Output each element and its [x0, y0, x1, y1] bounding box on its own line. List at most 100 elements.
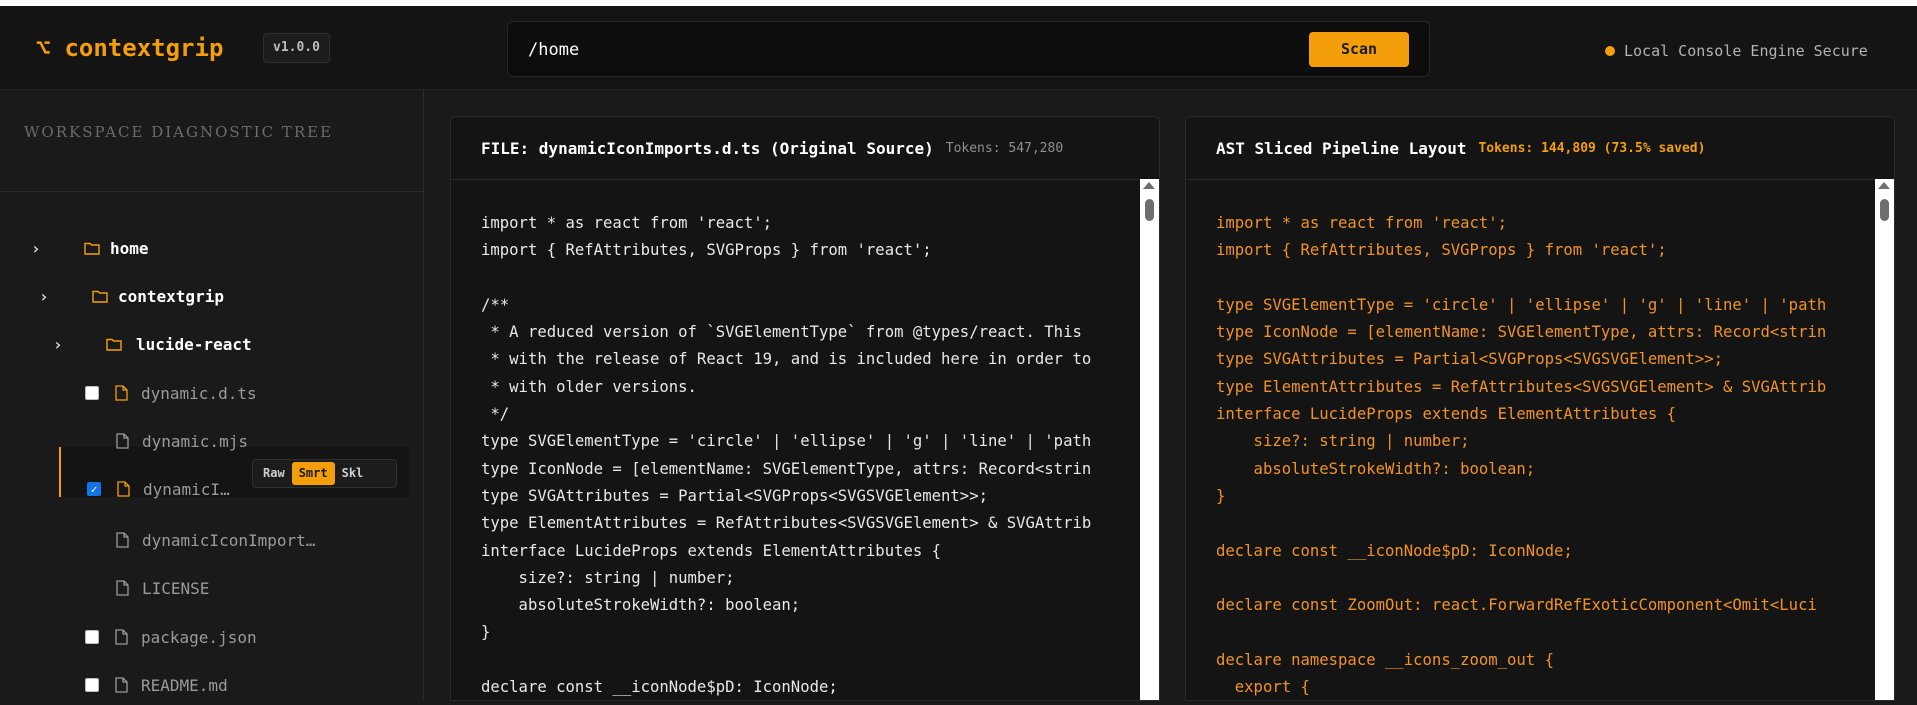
- code-line: type SVGAttributes = Partial<SVGProps<SV…: [1216, 350, 1723, 369]
- divider: [0, 191, 424, 192]
- code-line: * with older versions.: [481, 377, 697, 396]
- code-line: interface LucideProps extends ElementAtt…: [1216, 405, 1677, 424]
- code-line: declare const __iconNode$pD: IconNode;: [481, 678, 838, 697]
- file-icon: [115, 385, 128, 401]
- file-checkbox[interactable]: [85, 630, 99, 644]
- app-logo[interactable]: ⌥ contextgrip: [36, 34, 223, 62]
- token-count: Tokens: 144,809 (73.5% saved): [1478, 140, 1706, 156]
- tree-heading: WORKSPACE DIAGNOSTIC TREE: [24, 123, 334, 141]
- mode-raw-button[interactable]: Raw: [256, 462, 292, 485]
- code-line: import { RefAttributes, SVGProps } from …: [1216, 241, 1667, 260]
- chevron-right-icon[interactable]: ›: [39, 287, 53, 306]
- file-label: dynamic.d.ts: [141, 383, 257, 403]
- code-line: type SVGElementType = 'circle' | 'ellips…: [1216, 295, 1827, 314]
- code-line: }: [481, 623, 491, 642]
- scrollbar[interactable]: [1875, 179, 1894, 700]
- code-line: * A reduced version of `SVGElementType` …: [481, 323, 1082, 342]
- file-icon: [116, 433, 129, 449]
- scroll-up-icon[interactable]: [1143, 182, 1155, 189]
- tree-file-license[interactable]: LICENSE: [116, 568, 209, 608]
- code-view[interactable]: import * as react from 'react'; import { …: [1216, 210, 1870, 700]
- code-line: size?: string | number;: [481, 568, 735, 587]
- panel-title: AST Sliced Pipeline Layout: [1216, 138, 1467, 158]
- folder-label: home: [110, 238, 149, 258]
- chevron-right-icon[interactable]: ›: [31, 239, 45, 258]
- scroll-thumb[interactable]: [1880, 199, 1889, 221]
- scrollbar[interactable]: [1140, 179, 1159, 700]
- engine-status: Local Console Engine Secure: [1605, 42, 1868, 60]
- code-line: import * as react from 'react';: [481, 214, 773, 232]
- file-checkbox[interactable]: [85, 386, 99, 400]
- code-line: declare const __iconNode$pD: IconNode;: [1216, 541, 1573, 560]
- path-input[interactable]: [526, 34, 1310, 66]
- file-label: LICENSE: [142, 578, 210, 598]
- file-label: README.md: [141, 675, 228, 695]
- chevron-right-icon[interactable]: ›: [53, 335, 67, 354]
- code-line: import * as react from 'react';: [1216, 214, 1508, 232]
- code-line: declare const ZoomOut: react.ForwardRefE…: [1216, 596, 1817, 615]
- mode-skeleton-button[interactable]: Skl: [335, 462, 371, 485]
- file-checkbox-checked[interactable]: ✓: [87, 482, 101, 496]
- code-line: export {: [1216, 678, 1310, 697]
- code-line: type ElementAttributes = RefAttributes<S…: [481, 514, 1092, 533]
- mode-smart-button[interactable]: Smrt: [291, 462, 335, 485]
- folder-label: lucide-react: [136, 334, 252, 354]
- tree-file-dynamic-d-ts[interactable]: dynamic.d.ts: [85, 373, 257, 413]
- code-line: type SVGAttributes = Partial<SVGProps<SV…: [481, 486, 988, 505]
- code-line: interface LucideProps extends ElementAtt…: [481, 541, 942, 560]
- scan-button[interactable]: Scan: [1309, 32, 1409, 67]
- token-count: Tokens: 547,280: [945, 140, 1064, 156]
- folder-icon: [106, 338, 122, 351]
- code-view[interactable]: import * as react from 'react'; import { …: [481, 210, 1135, 700]
- sidebar: WORKSPACE DIAGNOSTIC TREE › home › conte…: [0, 90, 424, 701]
- status-text: Local Console Engine Secure: [1624, 42, 1868, 60]
- code-line: type IconNode = [elementName: SVGElement…: [481, 459, 1092, 478]
- tree-file-dynamic-icon-imports[interactable]: ✓ dynamicI…: [87, 469, 230, 509]
- code-line: */: [481, 405, 510, 424]
- file-label: dynamicIconImport…: [142, 530, 316, 550]
- code-line: }: [1216, 486, 1226, 505]
- scroll-up-icon[interactable]: [1878, 182, 1890, 189]
- code-line: import { RefAttributes, SVGProps } from …: [481, 241, 932, 260]
- scroll-thumb[interactable]: [1145, 199, 1154, 221]
- tree-file-dynamic-icon-imports-2[interactable]: dynamicIconImport…: [116, 520, 315, 560]
- tree-file-readme[interactable]: README.md: [85, 665, 228, 705]
- code-line: absoluteStrokeWidth?: boolean;: [1216, 459, 1536, 478]
- folder-label: contextgrip: [118, 286, 224, 306]
- tree-folder-lucide-react[interactable]: › lucide-react: [53, 324, 252, 364]
- code-line: declare namespace __icons_zoom_out {: [1216, 650, 1554, 669]
- tree-folder-contextgrip[interactable]: › contextgrip: [39, 276, 224, 316]
- file-checkbox[interactable]: [85, 678, 99, 692]
- tree-folder-home[interactable]: › home: [31, 228, 149, 268]
- path-bar: Scan: [507, 21, 1430, 77]
- status-dot-icon: [1605, 46, 1615, 56]
- original-source-panel: FILE: dynamicIconImports.d.ts (Original …: [450, 116, 1160, 701]
- panel-header: AST Sliced Pipeline Layout Tokens: 144,8…: [1186, 117, 1894, 180]
- code-line: type SVGElementType = 'circle' | 'ellips…: [481, 432, 1092, 451]
- panel-header: FILE: dynamicIconImports.d.ts (Original …: [451, 117, 1159, 180]
- file-label: package.json: [141, 627, 257, 647]
- app-name: contextgrip: [64, 34, 224, 62]
- tree-file-dynamic-mjs[interactable]: dynamic.mjs: [116, 421, 248, 461]
- code-line: absoluteStrokeWidth?: boolean;: [481, 596, 801, 615]
- code-line: /**: [481, 295, 510, 314]
- file-icon: [116, 580, 129, 596]
- option-key-icon: ⌥: [36, 34, 51, 62]
- file-label: dynamic.mjs: [142, 431, 248, 451]
- mode-toggle: Raw Smrt Skl: [252, 459, 397, 488]
- version-badge: v1.0.0: [263, 33, 330, 63]
- panel-title: FILE: dynamicIconImports.d.ts (Original …: [481, 138, 934, 158]
- tree-file-package-json[interactable]: package.json: [85, 617, 257, 657]
- file-icon: [115, 677, 128, 693]
- code-line: type ElementAttributes = RefAttributes<S…: [1216, 377, 1827, 396]
- folder-icon: [84, 242, 100, 255]
- ast-sliced-panel: AST Sliced Pipeline Layout Tokens: 144,8…: [1185, 116, 1895, 701]
- file-icon: [116, 532, 129, 548]
- file-icon: [115, 629, 128, 645]
- file-label: dynamicI…: [143, 479, 230, 499]
- code-line: type IconNode = [elementName: SVGElement…: [1216, 323, 1827, 342]
